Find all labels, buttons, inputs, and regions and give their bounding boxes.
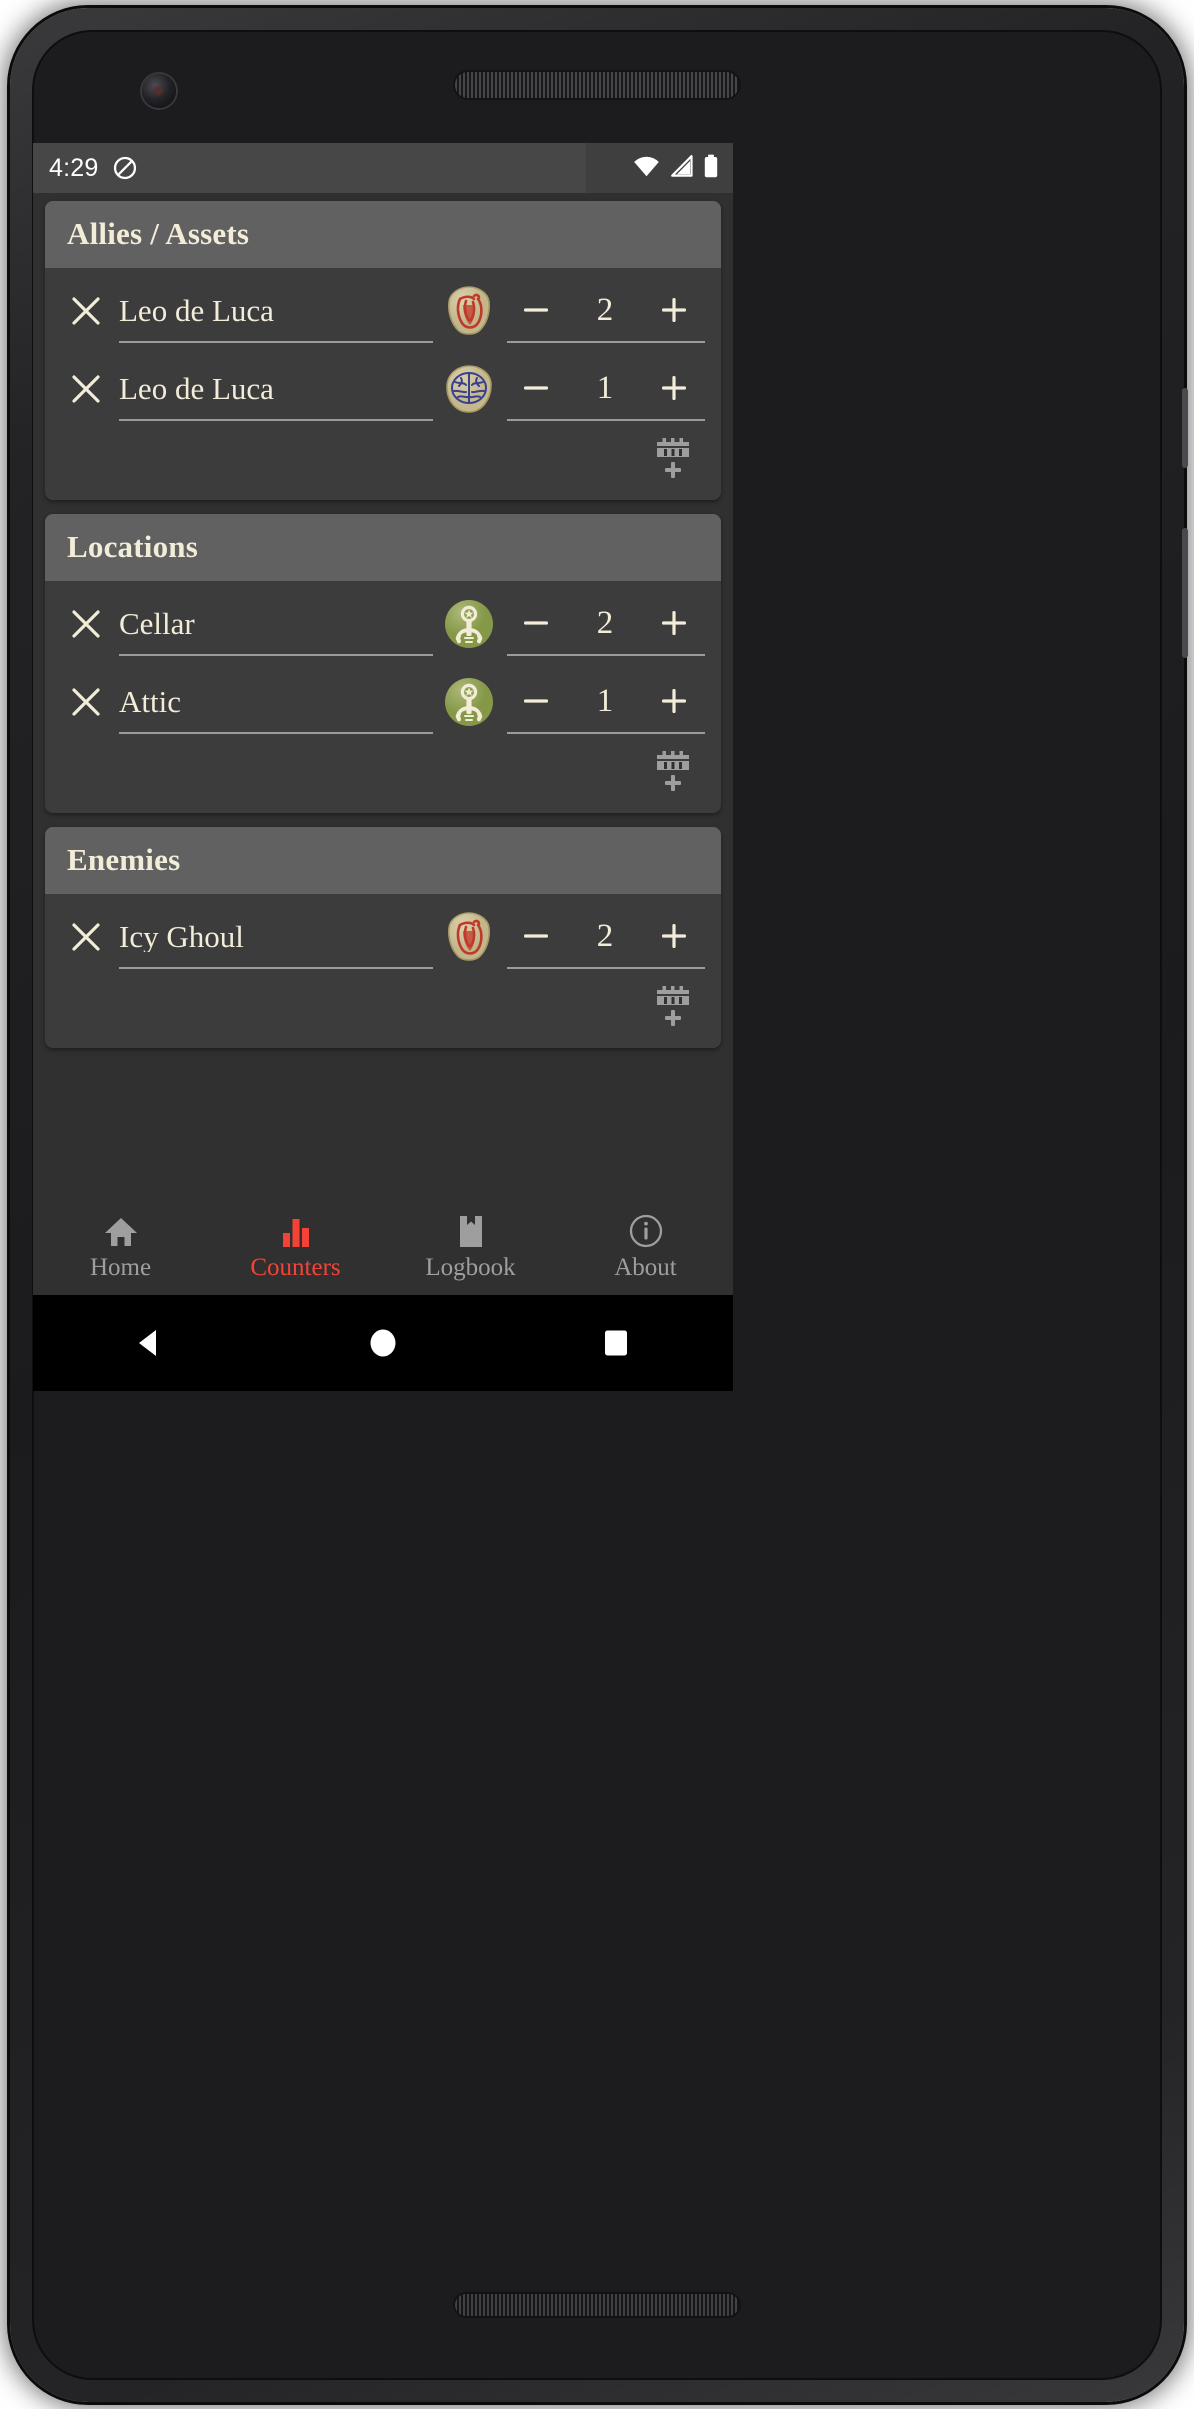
nav-item-label: Logbook bbox=[425, 1254, 516, 1281]
android-system-navigation-bar bbox=[33, 1295, 733, 1391]
counter-stepper: 2 bbox=[507, 279, 705, 343]
section-header: Enemies bbox=[45, 827, 721, 894]
section-footer bbox=[45, 976, 721, 1048]
counter-value: 2 bbox=[596, 917, 614, 954]
nav-item-logbook[interactable]: Logbook bbox=[383, 1199, 558, 1295]
nav-item-home[interactable]: Home bbox=[33, 1199, 208, 1295]
counter-section-card: Allies / Assets Leo de Luca 2 Leo de Luc… bbox=[45, 201, 721, 500]
nav-item-label: Home bbox=[89, 1254, 152, 1281]
counter-value: 2 bbox=[596, 604, 614, 641]
clue-token-icon[interactable] bbox=[443, 598, 495, 650]
decrement-button[interactable] bbox=[513, 678, 559, 724]
nav-item-counters[interactable]: Counters bbox=[208, 1199, 383, 1295]
cellular-signal-icon bbox=[669, 154, 694, 182]
section-rows: Leo de Luca 2 Leo de Luca 1 bbox=[45, 268, 721, 428]
counter-row: Icy Ghoul 2 bbox=[45, 898, 721, 976]
counters-scroll-area[interactable]: Allies / Assets Leo de Luca 2 Leo de Luc… bbox=[33, 193, 733, 1295]
counter-name-input[interactable]: Icy Ghoul bbox=[119, 905, 433, 969]
do-not-disturb-icon bbox=[112, 155, 138, 181]
section-header: Locations bbox=[45, 514, 721, 581]
increment-button[interactable] bbox=[651, 600, 697, 646]
counter-stepper: 2 bbox=[507, 592, 705, 656]
decrement-button[interactable] bbox=[513, 600, 559, 646]
nav-item-about[interactable]: About bbox=[558, 1199, 733, 1295]
counter-row: Cellar 2 bbox=[45, 585, 721, 663]
section-title: Enemies bbox=[67, 842, 181, 877]
counter-row: Attic 1 bbox=[45, 663, 721, 741]
remove-counter-icon[interactable] bbox=[63, 601, 109, 647]
add-row-icon[interactable] bbox=[647, 978, 699, 1034]
health-token-icon[interactable] bbox=[443, 285, 495, 337]
recents-square-icon[interactable] bbox=[500, 1295, 733, 1391]
remove-counter-icon[interactable] bbox=[63, 914, 109, 960]
app-screen: 4:29 Allies / Assets Leo de Luca 2 Leo d… bbox=[33, 143, 733, 1391]
back-triangle-icon[interactable] bbox=[33, 1295, 266, 1391]
decrement-button[interactable] bbox=[513, 365, 559, 411]
health-token-icon[interactable] bbox=[443, 911, 495, 963]
bottom-navigation-bar: Home Counters Logbook About bbox=[33, 1199, 733, 1295]
section-rows: Cellar 2 Attic 1 bbox=[45, 581, 721, 741]
counter-name-value: Cellar bbox=[119, 607, 195, 639]
counter-name-input[interactable]: Leo de Luca bbox=[119, 279, 433, 343]
nav-item-label: Counters bbox=[250, 1254, 341, 1281]
decrement-button[interactable] bbox=[513, 913, 559, 959]
counter-value: 2 bbox=[596, 291, 614, 328]
increment-button[interactable] bbox=[651, 365, 697, 411]
counter-section-card: Enemies Icy Ghoul 2 bbox=[45, 827, 721, 1048]
counter-name-value: Attic bbox=[119, 685, 181, 717]
counter-row: Leo de Luca 2 bbox=[45, 272, 721, 350]
status-bar: 4:29 bbox=[33, 143, 733, 193]
section-footer bbox=[45, 428, 721, 500]
increment-button[interactable] bbox=[651, 913, 697, 959]
add-row-icon[interactable] bbox=[647, 743, 699, 799]
home-icon bbox=[104, 1214, 138, 1248]
counter-name-value: Icy Ghoul bbox=[119, 920, 244, 952]
power-button[interactable] bbox=[1182, 528, 1188, 658]
counter-name-input[interactable]: Cellar bbox=[119, 592, 433, 656]
section-rows: Icy Ghoul 2 bbox=[45, 894, 721, 976]
earpiece-speaker-grille bbox=[453, 70, 741, 100]
nav-item-label: About bbox=[614, 1254, 677, 1281]
counter-stepper: 2 bbox=[507, 905, 705, 969]
section-footer bbox=[45, 741, 721, 813]
counter-name-input[interactable]: Attic bbox=[119, 670, 433, 734]
status-bar-clock: 4:29 bbox=[49, 153, 99, 182]
decrement-button[interactable] bbox=[513, 287, 559, 333]
add-row-icon[interactable] bbox=[647, 430, 699, 486]
section-title: Allies / Assets bbox=[67, 216, 250, 251]
home-circle-icon[interactable] bbox=[266, 1295, 499, 1391]
wifi-icon bbox=[633, 155, 660, 182]
counter-section-card: Locations Cellar 2 Attic 1 bbox=[45, 514, 721, 813]
info-circle-icon bbox=[629, 1214, 663, 1248]
counter-name-input[interactable]: Leo de Luca bbox=[119, 357, 433, 421]
volume-button[interactable] bbox=[1182, 388, 1188, 468]
bottom-speaker-grille bbox=[453, 2292, 741, 2318]
remove-counter-icon[interactable] bbox=[63, 366, 109, 412]
increment-button[interactable] bbox=[651, 678, 697, 724]
counter-value: 1 bbox=[596, 369, 614, 406]
clue-token-icon[interactable] bbox=[443, 676, 495, 728]
front-camera-icon bbox=[142, 74, 176, 108]
section-header: Allies / Assets bbox=[45, 201, 721, 268]
counter-stepper: 1 bbox=[507, 670, 705, 734]
remove-counter-icon[interactable] bbox=[63, 679, 109, 725]
counter-row: Leo de Luca 1 bbox=[45, 350, 721, 428]
remove-counter-icon[interactable] bbox=[63, 288, 109, 334]
counter-name-value: Leo de Luca bbox=[119, 372, 274, 404]
bar-chart-icon bbox=[280, 1214, 312, 1248]
counter-value: 1 bbox=[596, 682, 614, 719]
bookmark-icon bbox=[456, 1214, 486, 1248]
section-title: Locations bbox=[67, 529, 198, 564]
battery-full-icon bbox=[703, 154, 719, 183]
counter-stepper: 1 bbox=[507, 357, 705, 421]
sanity-token-icon[interactable] bbox=[443, 363, 495, 415]
increment-button[interactable] bbox=[651, 287, 697, 333]
counter-name-value: Leo de Luca bbox=[119, 294, 274, 326]
